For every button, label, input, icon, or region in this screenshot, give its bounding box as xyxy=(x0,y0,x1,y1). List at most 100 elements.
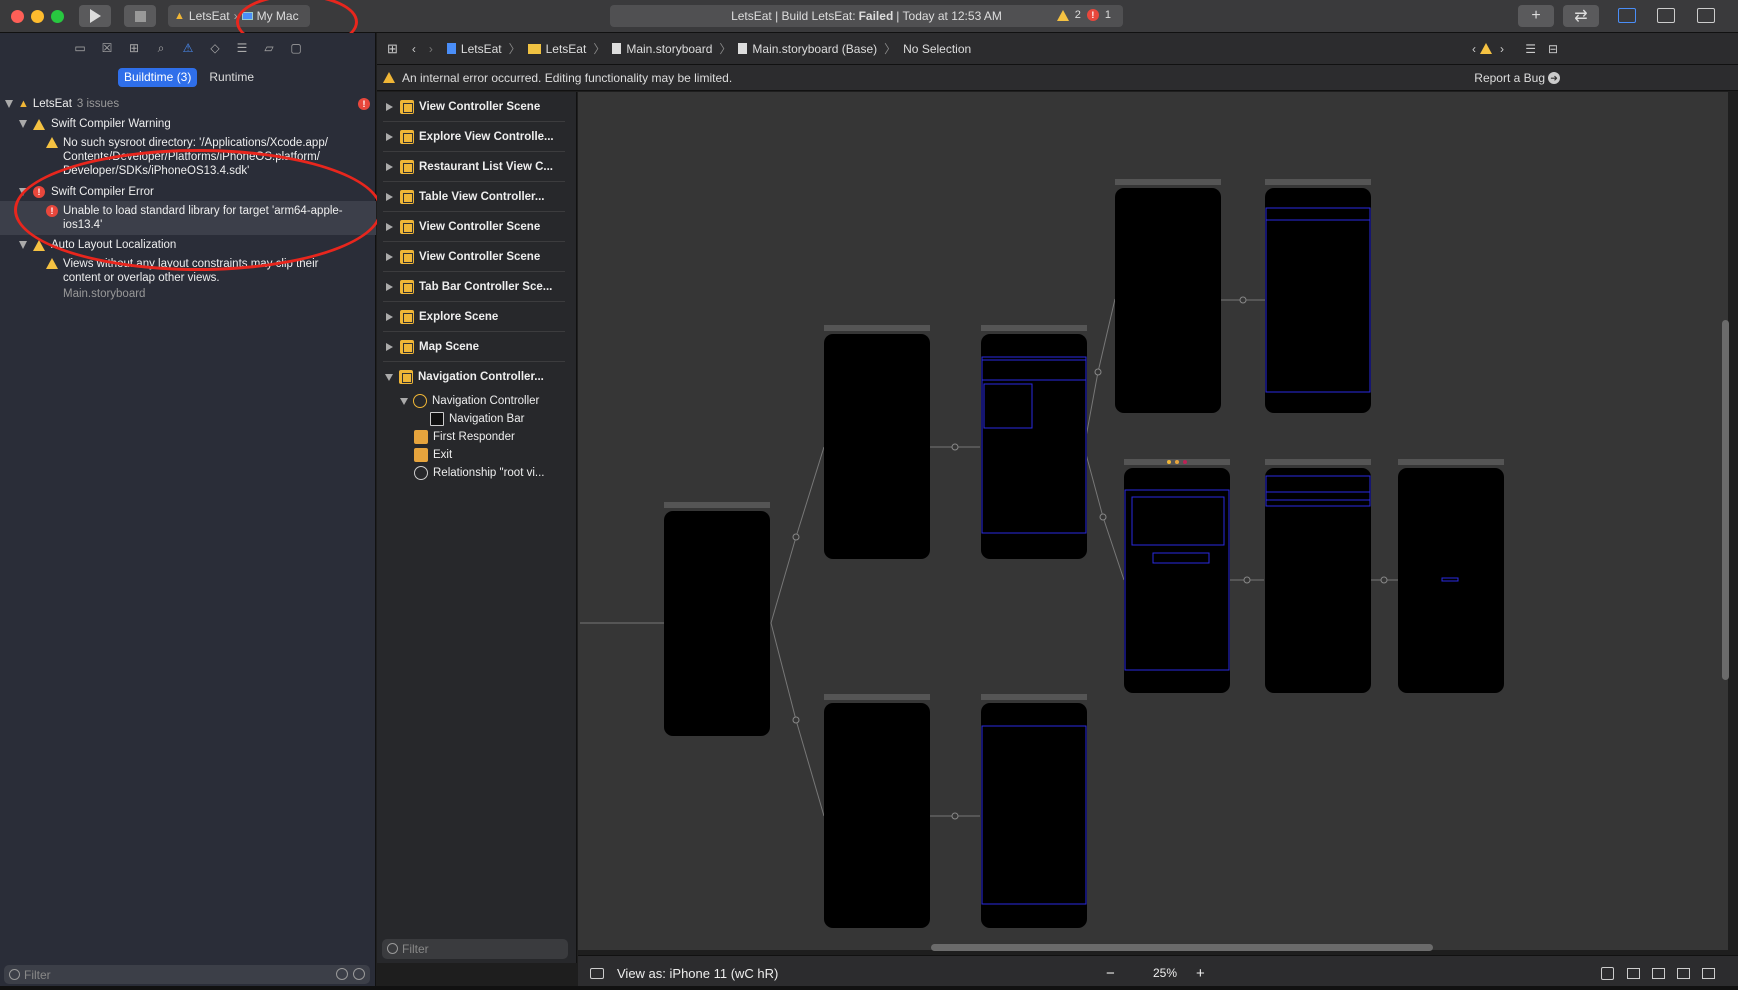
issue-filter-icon[interactable] xyxy=(353,968,365,980)
zoom-out-button[interactable]: − xyxy=(1106,965,1115,982)
segue-node xyxy=(792,716,800,724)
filter-icon xyxy=(9,969,20,980)
scene-tab-bar[interactable] xyxy=(664,502,770,736)
disclosure-icon[interactable] xyxy=(385,373,393,381)
runtime-tab[interactable]: Runtime xyxy=(203,68,260,87)
zoom-in-button[interactable]: + xyxy=(1196,965,1205,982)
disclosure-icon[interactable] xyxy=(400,397,408,405)
navigator-filter-input[interactable]: Filter xyxy=(4,965,370,984)
scene-row[interactable]: Restaurant List View C... xyxy=(383,152,565,182)
stack-icon[interactable] xyxy=(1627,967,1640,979)
scene-row[interactable]: View Controller Scene xyxy=(383,92,565,122)
disclosure-icon[interactable] xyxy=(19,120,27,128)
tag-icon[interactable]: ▱ xyxy=(261,40,278,57)
diamond-icon[interactable]: ◇ xyxy=(207,40,224,57)
clock-icon[interactable] xyxy=(336,968,348,980)
prev-issue-icon[interactable]: ‹ xyxy=(1472,42,1476,56)
scene-table-view-controller[interactable] xyxy=(1265,459,1371,693)
scene-row[interactable]: Explore View Controlle... xyxy=(383,122,565,152)
status-result: Failed xyxy=(858,9,894,23)
project-row[interactable]: ▲ LetsEat 3 issues ! xyxy=(0,95,376,113)
list-icon[interactable]: ☰ xyxy=(234,40,251,57)
crumb-folder[interactable]: LetsEat xyxy=(527,42,586,56)
outline-filter-input[interactable]: Filter xyxy=(382,939,568,959)
outline-child-nav-controller[interactable]: Navigation Controller xyxy=(377,392,576,410)
library-button[interactable]: + xyxy=(1518,5,1554,27)
scene-row[interactable]: View Controller Scene xyxy=(383,212,565,242)
run-button[interactable] xyxy=(79,5,111,27)
crumb-project[interactable]: LetsEat xyxy=(446,42,502,56)
status-issue-counts[interactable]: 2 ! 1 xyxy=(1056,9,1111,21)
x-square-icon[interactable]: ☒ xyxy=(99,40,116,57)
scene-view-controller-top[interactable] xyxy=(1265,179,1371,413)
report-bug-link[interactable]: Report a Bug xyxy=(1474,71,1545,85)
outline-toggle-icon[interactable] xyxy=(590,967,604,979)
resolve-issues-icon[interactable] xyxy=(1702,967,1715,979)
outline-child-exit[interactable]: Exit xyxy=(377,446,576,464)
inspector-toggle-icon[interactable] xyxy=(1697,8,1715,23)
scene-navigation-controller[interactable] xyxy=(1115,179,1221,413)
warning-icon[interactable]: ⚠ xyxy=(180,40,197,57)
crumb-storyboard[interactable]: Main.storyboard xyxy=(612,42,712,56)
crumb-storyboard-base[interactable]: Main.storyboard (Base) xyxy=(738,42,877,56)
warning-icon[interactable] xyxy=(1480,43,1492,54)
horizontal-scrollbar[interactable] xyxy=(931,944,1433,951)
scene-row[interactable]: Tab Bar Controller Sce... xyxy=(383,272,565,302)
scene-explore-view-controller[interactable] xyxy=(981,325,1087,559)
disclosure-icon[interactable] xyxy=(386,342,393,351)
pin-icon[interactable] xyxy=(1677,967,1690,979)
forward-icon[interactable]: › xyxy=(429,42,433,56)
scene-row[interactable]: View Controller Scene xyxy=(383,242,565,272)
vertical-scrollbar[interactable] xyxy=(1722,320,1729,680)
disclosure-icon[interactable] xyxy=(386,312,393,321)
add-editor-icon[interactable]: ⊟ xyxy=(1548,42,1558,56)
storyboard-canvas[interactable] xyxy=(578,92,1728,950)
disclosure-icon[interactable] xyxy=(386,162,393,171)
disclosure-icon[interactable] xyxy=(386,132,393,141)
issue-group-warning[interactable]: Swift Compiler Warning xyxy=(0,115,376,133)
search-icon[interactable]: ⌕ xyxy=(153,40,170,57)
scene-view-controller-right[interactable] xyxy=(1398,459,1504,693)
zoom-window-button[interactable] xyxy=(51,10,64,23)
disclosure-icon[interactable] xyxy=(386,102,393,111)
canvas-bottom-bar: View as: iPhone 11 (wC hR) − 25% + xyxy=(578,955,1738,990)
disclosure-icon[interactable] xyxy=(386,192,393,201)
close-window-button[interactable] xyxy=(11,10,24,23)
scene-row[interactable]: Map Scene xyxy=(383,332,565,362)
editor-options-icon[interactable]: ☰ xyxy=(1525,42,1536,56)
disclosure-icon[interactable] xyxy=(5,100,13,108)
disclosure-icon[interactable] xyxy=(386,252,393,261)
crumb-separator: 〉 xyxy=(719,42,732,56)
device-config-icon[interactable] xyxy=(1601,966,1614,980)
next-issue-icon[interactable]: › xyxy=(1500,42,1504,56)
debug-area-toggle-icon[interactable] xyxy=(1657,8,1675,23)
minimize-window-button[interactable] xyxy=(31,10,44,23)
stop-button[interactable] xyxy=(124,5,156,27)
buildtime-tab[interactable]: Buildtime (3) xyxy=(118,68,198,87)
outline-child-nav-bar[interactable]: Navigation Bar xyxy=(377,410,576,428)
scene-restaurant-list[interactable] xyxy=(1124,459,1230,693)
hierarchy-icon[interactable]: ⊞ xyxy=(126,40,143,57)
outline-child-first-responder[interactable]: First Responder xyxy=(377,428,576,446)
grid-icon[interactable]: ⊞ xyxy=(387,41,398,57)
view-as-device[interactable]: View as: iPhone 11 (wC hR) xyxy=(617,966,778,981)
back-icon[interactable]: ‹ xyxy=(412,42,416,56)
comment-icon[interactable]: ▢ xyxy=(288,40,305,57)
navigator-toggle-icon[interactable] xyxy=(1618,8,1636,23)
scene-row-expanded[interactable]: Navigation Controller... xyxy=(383,362,565,392)
code-review-button[interactable]: ⇄ xyxy=(1563,5,1599,27)
scene-map-view-controller[interactable] xyxy=(981,694,1087,928)
scene-row[interactable]: Explore Scene xyxy=(383,302,565,332)
crumb-selection[interactable]: No Selection xyxy=(903,42,971,56)
align-icon[interactable] xyxy=(1652,967,1665,979)
scene-explore[interactable] xyxy=(824,325,930,559)
outline-child-relationship[interactable]: Relationship "root vi... xyxy=(377,464,576,482)
disclosure-icon[interactable] xyxy=(386,282,393,291)
scene-map[interactable] xyxy=(824,694,930,928)
disclosure-icon[interactable] xyxy=(386,222,393,231)
scene-row[interactable]: Table View Controller... xyxy=(383,182,565,212)
folder-icon[interactable]: ▭ xyxy=(72,40,89,57)
activity-status[interactable]: LetsEat | Build LetsEat: Failed | Today … xyxy=(610,5,1123,27)
scene-dock-icon xyxy=(1175,460,1179,464)
disclosure-icon[interactable] xyxy=(19,241,27,249)
